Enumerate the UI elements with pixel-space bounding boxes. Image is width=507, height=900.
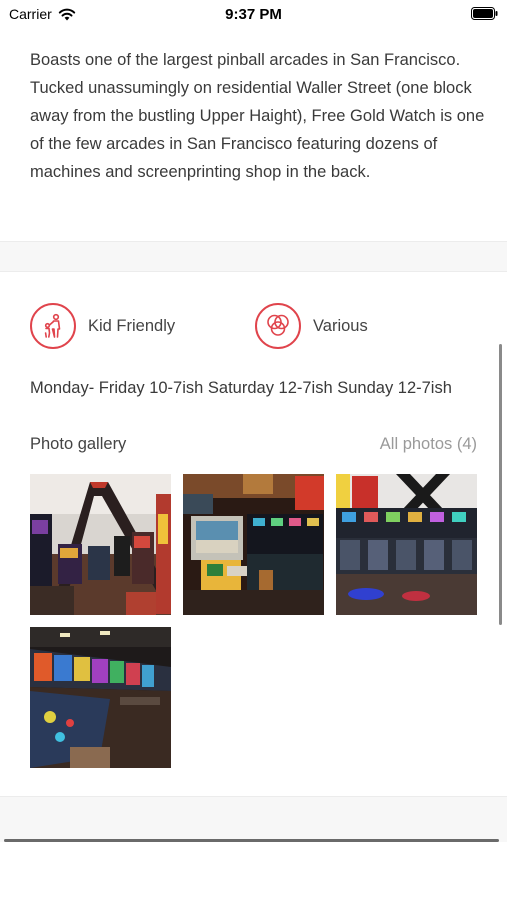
gallery-photo-1[interactable]: [30, 474, 171, 615]
all-photos-link[interactable]: All photos (4): [380, 435, 477, 454]
section-separator: [0, 241, 507, 272]
gallery-title: Photo gallery: [30, 435, 127, 453]
venue-description: Boasts one of the largest pinball arcade…: [30, 51, 485, 181]
gallery-photo-2[interactable]: [183, 474, 324, 615]
opening-hours: Monday- Friday 10-7ish Saturday 12-7ish …: [30, 379, 452, 397]
status-bar: Carrier 9:37 PM: [0, 0, 507, 28]
home-indicator: [4, 839, 499, 842]
status-time: 9:37 PM: [225, 6, 282, 23]
feature-kid-friendly: Kid Friendly: [30, 303, 175, 349]
battery-icon: [471, 7, 498, 20]
gallery-photo-3[interactable]: [336, 474, 477, 615]
scroll-indicator[interactable]: [499, 344, 502, 625]
various-icon: [255, 303, 301, 349]
app-screen: Carrier 9:37 PM Boasts one of the larges…: [0, 0, 507, 900]
kid-friendly-icon: [30, 303, 76, 349]
gallery-photo-4[interactable]: [30, 627, 171, 768]
feature-various: Various: [255, 303, 368, 349]
section-separator: [0, 796, 507, 842]
feature-label: Kid Friendly: [88, 316, 176, 335]
feature-label: Various: [313, 316, 368, 335]
